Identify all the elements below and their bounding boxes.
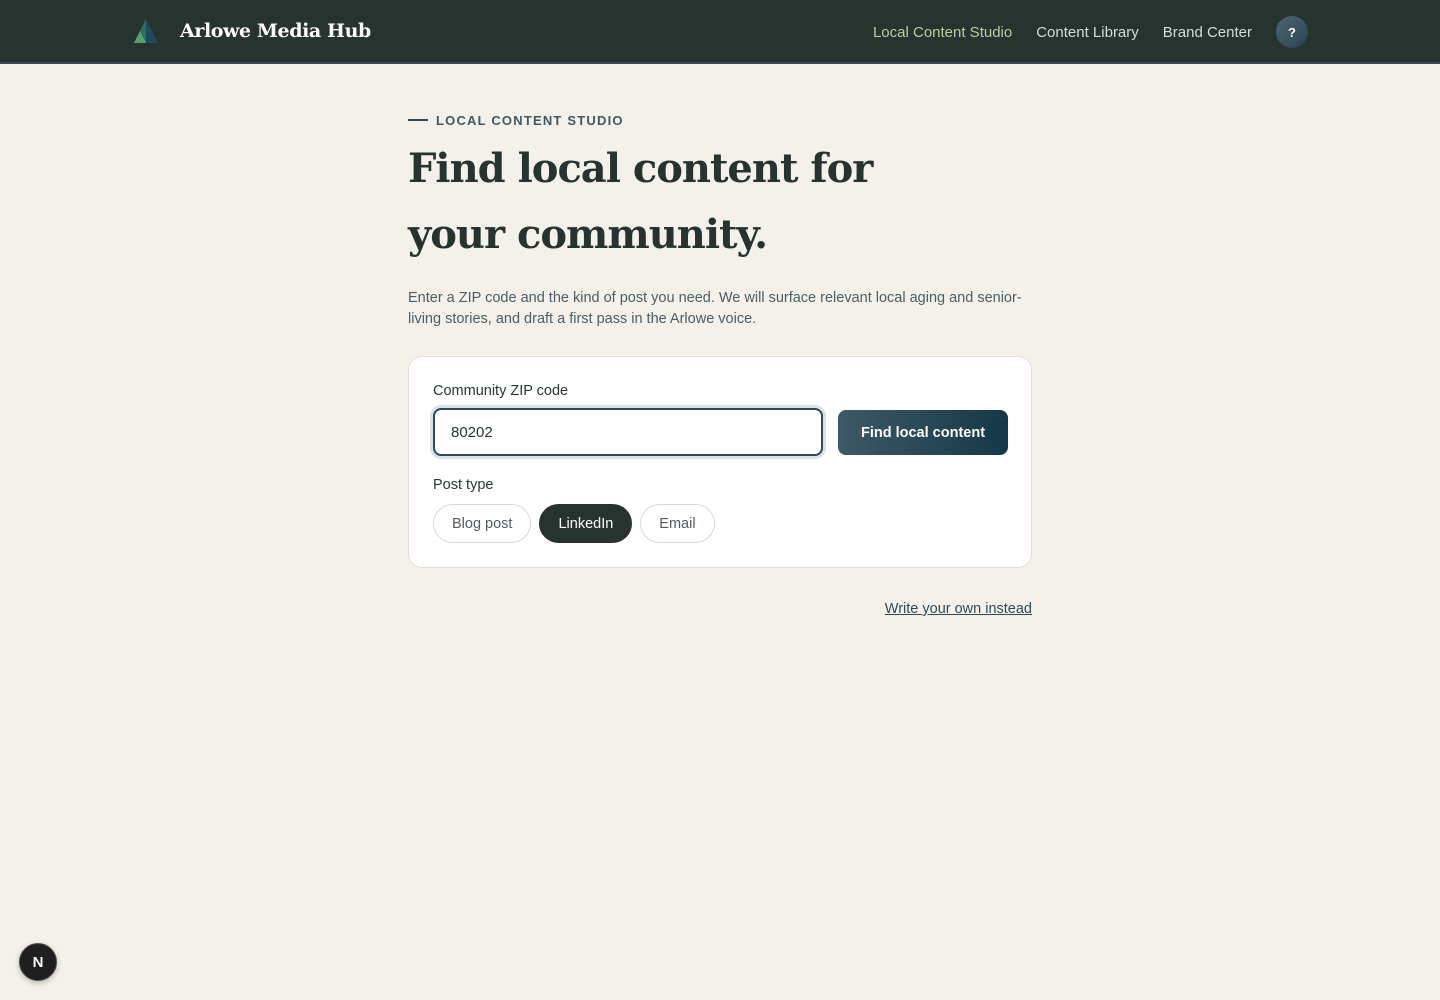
- help-button[interactable]: ?: [1276, 16, 1308, 48]
- eyebrow-text: LOCAL CONTENT STUDIO: [436, 112, 624, 128]
- main-nav: Local Content Studio Content Library Bra…: [849, 16, 1308, 48]
- dev-tools-badge[interactable]: N: [19, 943, 57, 981]
- page-title: Find local content for your community.: [408, 145, 873, 258]
- top-bar: Arlowe Media Hub Local Content Studio Co…: [0, 0, 1440, 64]
- post-type-pills: Blog post LinkedIn Email: [433, 504, 723, 543]
- write-your-own-link[interactable]: Write your own instead: [885, 601, 1032, 617]
- eyebrow-line: [408, 119, 428, 121]
- eyebrow: LOCAL CONTENT STUDIO: [408, 110, 1032, 130]
- zip-input[interactable]: [433, 408, 823, 456]
- search-card: Community ZIP code Find local content Po…: [408, 356, 1032, 568]
- main-content: LOCAL CONTENT STUDIO Find local content …: [408, 110, 1032, 617]
- brand-name: Arlowe Media Hub: [180, 20, 371, 42]
- post-type-blog[interactable]: Blog post: [433, 504, 532, 543]
- zip-label: Community ZIP code: [433, 383, 569, 399]
- nav-local-content-studio[interactable]: Local Content Studio: [873, 24, 1012, 41]
- find-local-content-button[interactable]: Find local content: [838, 410, 1008, 455]
- post-type-label: Post type: [433, 477, 494, 493]
- post-type-linkedin[interactable]: LinkedIn: [539, 504, 633, 543]
- brand[interactable]: Arlowe Media Hub: [132, 16, 371, 46]
- nav-content-library[interactable]: Content Library: [1036, 24, 1139, 41]
- arlowe-logo-icon: [134, 19, 158, 43]
- page-subtitle: Enter a ZIP code and the kind of post yo…: [408, 290, 1022, 327]
- nav-brand-center[interactable]: Brand Center: [1163, 24, 1252, 41]
- post-type-email[interactable]: Email: [640, 504, 715, 543]
